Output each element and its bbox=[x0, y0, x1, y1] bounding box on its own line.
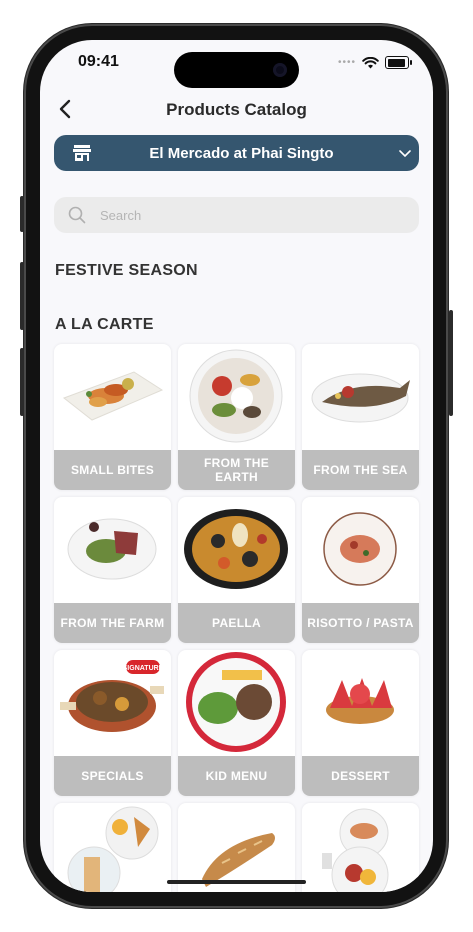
status-time: 09:41 bbox=[78, 53, 119, 70]
steak-plate-image bbox=[67, 518, 157, 580]
home-indicator bbox=[167, 880, 306, 884]
category-label: DESSERT bbox=[302, 756, 419, 796]
power-button bbox=[449, 310, 453, 416]
category-label: RISOTTO / PASTA bbox=[302, 603, 419, 643]
search-input[interactable]: Search bbox=[54, 197, 419, 233]
grilled-fish-image bbox=[311, 373, 410, 423]
app-screen: 09:41 •••• Products Catalog El Mercado a… bbox=[40, 40, 433, 892]
chevron-down-icon bbox=[391, 145, 419, 161]
salad-bowl-image bbox=[189, 349, 283, 443]
section-festive-season[interactable]: FESTIVE SEASON bbox=[55, 262, 198, 280]
small-bites-image bbox=[62, 371, 164, 421]
category-card[interactable] bbox=[302, 803, 419, 892]
wifi-icon bbox=[362, 56, 379, 68]
category-label: SPECIALS bbox=[54, 756, 171, 796]
pasta-plate-image bbox=[323, 512, 397, 586]
search-placeholder: Search bbox=[100, 207, 142, 223]
battery-icon bbox=[385, 56, 412, 69]
category-label: FROM THE EARTH bbox=[178, 450, 295, 490]
category-card[interactable]: FROM THE SEA bbox=[302, 344, 419, 490]
category-card[interactable]: SIGNATURE SPECIALS bbox=[54, 650, 171, 796]
strawberry-tart-image bbox=[326, 678, 394, 724]
store-selector-dropdown[interactable]: El Mercado at Phai Singto bbox=[54, 135, 419, 171]
dynamic-island bbox=[174, 52, 299, 88]
volume-down-button bbox=[20, 348, 24, 416]
category-label: KID MENU bbox=[178, 756, 295, 796]
category-card[interactable] bbox=[54, 803, 171, 892]
burger-fries-image bbox=[186, 652, 286, 752]
brunch-plates-image bbox=[322, 808, 389, 892]
store-icon bbox=[62, 144, 102, 162]
specials-dish-image: SIGNATURE bbox=[60, 660, 164, 732]
category-card[interactable]: FROM THE EARTH bbox=[178, 344, 295, 490]
nav-header: Products Catalog bbox=[40, 96, 433, 128]
category-card[interactable]: DESSERT bbox=[302, 650, 419, 796]
camera-icon bbox=[273, 63, 287, 77]
breakfast-plates-image bbox=[67, 806, 159, 892]
category-card[interactable]: SMALL BITES bbox=[54, 344, 171, 490]
signal-icon: •••• bbox=[337, 57, 356, 68]
category-card[interactable] bbox=[178, 803, 295, 892]
category-card[interactable]: FROM THE FARM bbox=[54, 497, 171, 643]
category-label: FROM THE FARM bbox=[54, 603, 171, 643]
page-title: Products Catalog bbox=[166, 100, 307, 119]
action-button bbox=[20, 196, 24, 232]
category-label: SMALL BITES bbox=[54, 450, 171, 490]
category-label: PAELLA bbox=[178, 603, 295, 643]
search-icon bbox=[54, 206, 100, 224]
category-card[interactable]: RISOTTO / PASTA bbox=[302, 497, 419, 643]
category-card[interactable]: PAELLA bbox=[178, 497, 295, 643]
category-card[interactable]: KID MENU bbox=[178, 650, 295, 796]
category-label: FROM THE SEA bbox=[302, 450, 419, 490]
signature-badge-text: SIGNATURE bbox=[123, 665, 164, 672]
status-icons: •••• bbox=[337, 56, 412, 69]
volume-up-button bbox=[20, 262, 24, 330]
paella-pan-image bbox=[184, 509, 288, 589]
section-a-la-carte: A LA CARTE bbox=[55, 316, 154, 333]
store-name: El Mercado at Phai Singto bbox=[149, 144, 334, 162]
baguette-image bbox=[202, 833, 275, 887]
